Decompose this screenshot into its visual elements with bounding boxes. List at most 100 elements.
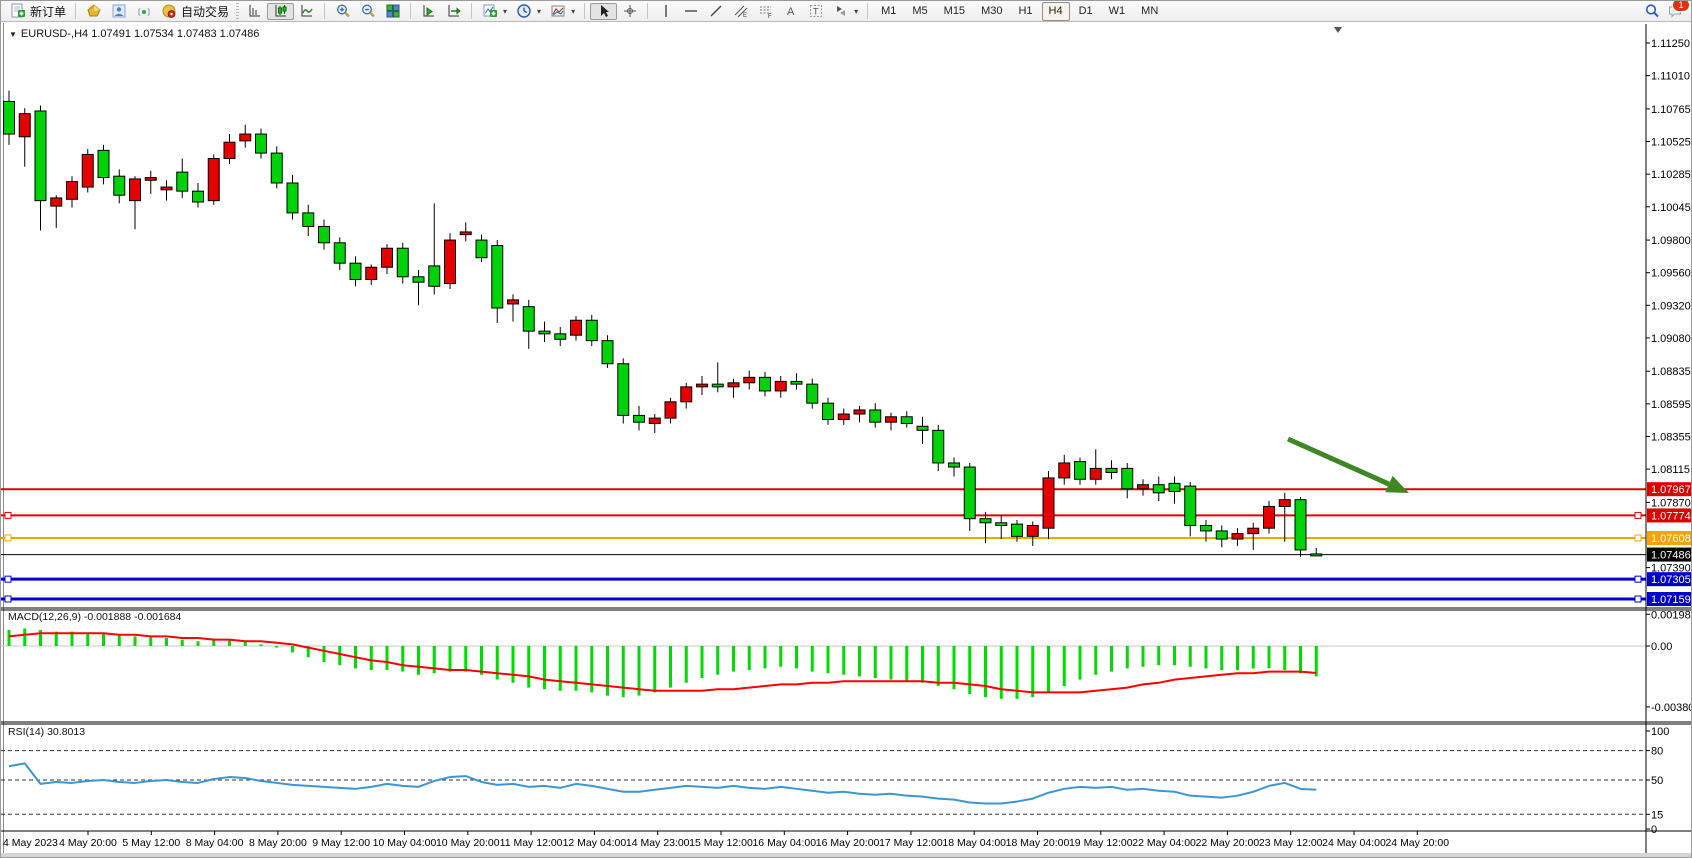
candle xyxy=(697,384,708,387)
tile-windows-button[interactable] xyxy=(380,3,405,20)
zoom-out-button[interactable] xyxy=(355,3,380,20)
macd-scale-label: 0.001982 xyxy=(1651,609,1692,621)
hline-handle[interactable] xyxy=(1635,596,1641,602)
hline-handle[interactable] xyxy=(5,512,11,518)
hline-handle[interactable] xyxy=(5,576,11,582)
horizontal-line-tool-button[interactable] xyxy=(678,3,703,20)
date-label[interactable]: 4 May 2023 xyxy=(3,837,58,849)
date-label[interactable]: 12 May 04:00 xyxy=(563,837,627,849)
candle xyxy=(82,154,93,187)
timeframe-h1[interactable]: H1 xyxy=(1011,2,1039,21)
date-label[interactable]: 5 May 12:00 xyxy=(122,837,180,849)
crosshair-tool-button[interactable] xyxy=(617,3,642,20)
tile-windows-icon xyxy=(384,3,401,19)
channel-tool-button[interactable]: E xyxy=(728,3,753,20)
date-label[interactable]: 24 May 04:00 xyxy=(1322,837,1386,849)
candle xyxy=(476,240,487,258)
vertical-line-tool-button[interactable] xyxy=(653,3,678,20)
price-tick-label: 1.10525 xyxy=(1651,137,1691,149)
zoom-in-button[interactable] xyxy=(330,3,355,20)
date-label[interactable]: 17 May 12:00 xyxy=(879,837,943,849)
date-label[interactable]: 18 May 20:00 xyxy=(1006,837,1070,849)
timeframe-m5[interactable]: M5 xyxy=(905,2,934,21)
date-label[interactable]: 8 May 20:00 xyxy=(249,837,307,849)
auto-scroll-button[interactable] xyxy=(416,3,441,20)
candle xyxy=(256,134,267,153)
timeframe-w1[interactable]: W1 xyxy=(1102,2,1133,21)
date-label[interactable]: 8 May 04:00 xyxy=(186,837,244,849)
hline-handle[interactable] xyxy=(1635,535,1641,541)
date-label[interactable]: 11 May 12:00 xyxy=(500,837,563,849)
price-label-1.07486: 1.07486 xyxy=(1651,550,1691,562)
candle xyxy=(870,410,881,422)
candle xyxy=(1059,463,1070,478)
arrows-tool-button[interactable]: ▾ xyxy=(828,3,862,20)
hline-handle[interactable] xyxy=(5,535,11,541)
date-label[interactable]: 16 May 20:00 xyxy=(816,837,880,849)
date-label[interactable]: 22 May 04:00 xyxy=(1132,837,1196,849)
date-label[interactable]: 10 May 04:00 xyxy=(373,837,437,849)
price-label-1.07305: 1.07305 xyxy=(1651,574,1691,586)
candle xyxy=(634,415,645,422)
date-label[interactable]: 10 May 20:00 xyxy=(436,837,500,849)
rsi-scale-label: 100 xyxy=(1651,726,1669,738)
hline-handle[interactable] xyxy=(1635,512,1641,518)
line-chart-button[interactable] xyxy=(294,3,319,20)
timeframe-mn[interactable]: MN xyxy=(1134,2,1165,21)
notifications-icon[interactable]: 1 xyxy=(1666,3,1683,19)
chart-shift-button[interactable] xyxy=(441,3,466,20)
candle xyxy=(114,176,125,195)
date-label[interactable]: 23 May 12:00 xyxy=(1259,837,1323,849)
timeframe-d1[interactable]: D1 xyxy=(1072,2,1100,21)
auto-trading-button[interactable]: 自动交易 xyxy=(156,3,233,20)
date-label[interactable]: 4 May 20:00 xyxy=(59,837,117,849)
candle xyxy=(602,341,613,364)
candlestick-chart-button[interactable] xyxy=(267,3,294,20)
signal-button[interactable] xyxy=(131,3,156,20)
profile-button[interactable] xyxy=(106,3,131,20)
trendline-tool-button[interactable] xyxy=(703,3,728,20)
fibonacci-tool-button[interactable]: F xyxy=(753,3,778,20)
date-label[interactable]: 15 May 12:00 xyxy=(689,837,753,849)
candle xyxy=(681,387,692,402)
candle xyxy=(649,418,660,423)
price-tick-label: 1.09320 xyxy=(1651,300,1691,312)
chart-canvas[interactable]: 1.112501.110101.107651.105251.102851.100… xyxy=(1,1,1692,858)
indicators-button[interactable]: ▾ xyxy=(477,3,511,20)
rsi-scale-label: 50 xyxy=(1651,775,1663,787)
date-label[interactable]: 24 May 20:00 xyxy=(1385,837,1449,849)
chart-title[interactable]: ▼EURUSD-,H4 1.07491 1.07534 1.07483 1.07… xyxy=(9,28,259,40)
candle xyxy=(193,191,204,202)
search-icon[interactable] xyxy=(1643,3,1660,19)
text-tool-button[interactable]: A xyxy=(778,3,803,20)
hline-handle[interactable] xyxy=(5,596,11,602)
timeframe-m15[interactable]: M15 xyxy=(937,2,972,21)
main-toolbar: 新订单 自动交易 xyxy=(1,1,1692,22)
hline-handle[interactable] xyxy=(1635,576,1641,582)
date-label[interactable]: 22 May 20:00 xyxy=(1196,837,1260,849)
date-label[interactable]: 18 May 04:00 xyxy=(942,837,1006,849)
window-bottom-strip xyxy=(1,853,1692,858)
date-label[interactable]: 16 May 04:00 xyxy=(752,837,816,849)
toolbar-grip xyxy=(236,3,239,19)
timeframe-m1[interactable]: M1 xyxy=(874,2,903,21)
timeframe-m30[interactable]: M30 xyxy=(974,2,1009,21)
new-order-button[interactable]: 新订单 xyxy=(5,3,70,20)
templates-button[interactable]: ▾ xyxy=(545,3,579,20)
cursor-tool-button[interactable] xyxy=(590,3,617,20)
auto-trading-label: 自动交易 xyxy=(181,3,229,20)
dropdown-caret-icon: ▾ xyxy=(571,7,575,16)
date-label[interactable]: 9 May 12:00 xyxy=(312,837,370,849)
candle xyxy=(917,426,928,430)
date-label[interactable]: 14 May 23:00 xyxy=(626,837,690,849)
date-label[interactable]: 19 May 12:00 xyxy=(1069,837,1133,849)
candle xyxy=(319,226,330,242)
deposit-button[interactable] xyxy=(81,3,106,20)
bar-chart-button[interactable] xyxy=(242,3,267,20)
toolbar-right: 1 xyxy=(1643,3,1689,19)
candle xyxy=(980,519,991,523)
periods-button[interactable]: ▾ xyxy=(511,3,545,20)
candle xyxy=(728,383,739,387)
text-label-tool-button[interactable]: T xyxy=(803,3,828,20)
timeframe-h4[interactable]: H4 xyxy=(1042,2,1070,21)
